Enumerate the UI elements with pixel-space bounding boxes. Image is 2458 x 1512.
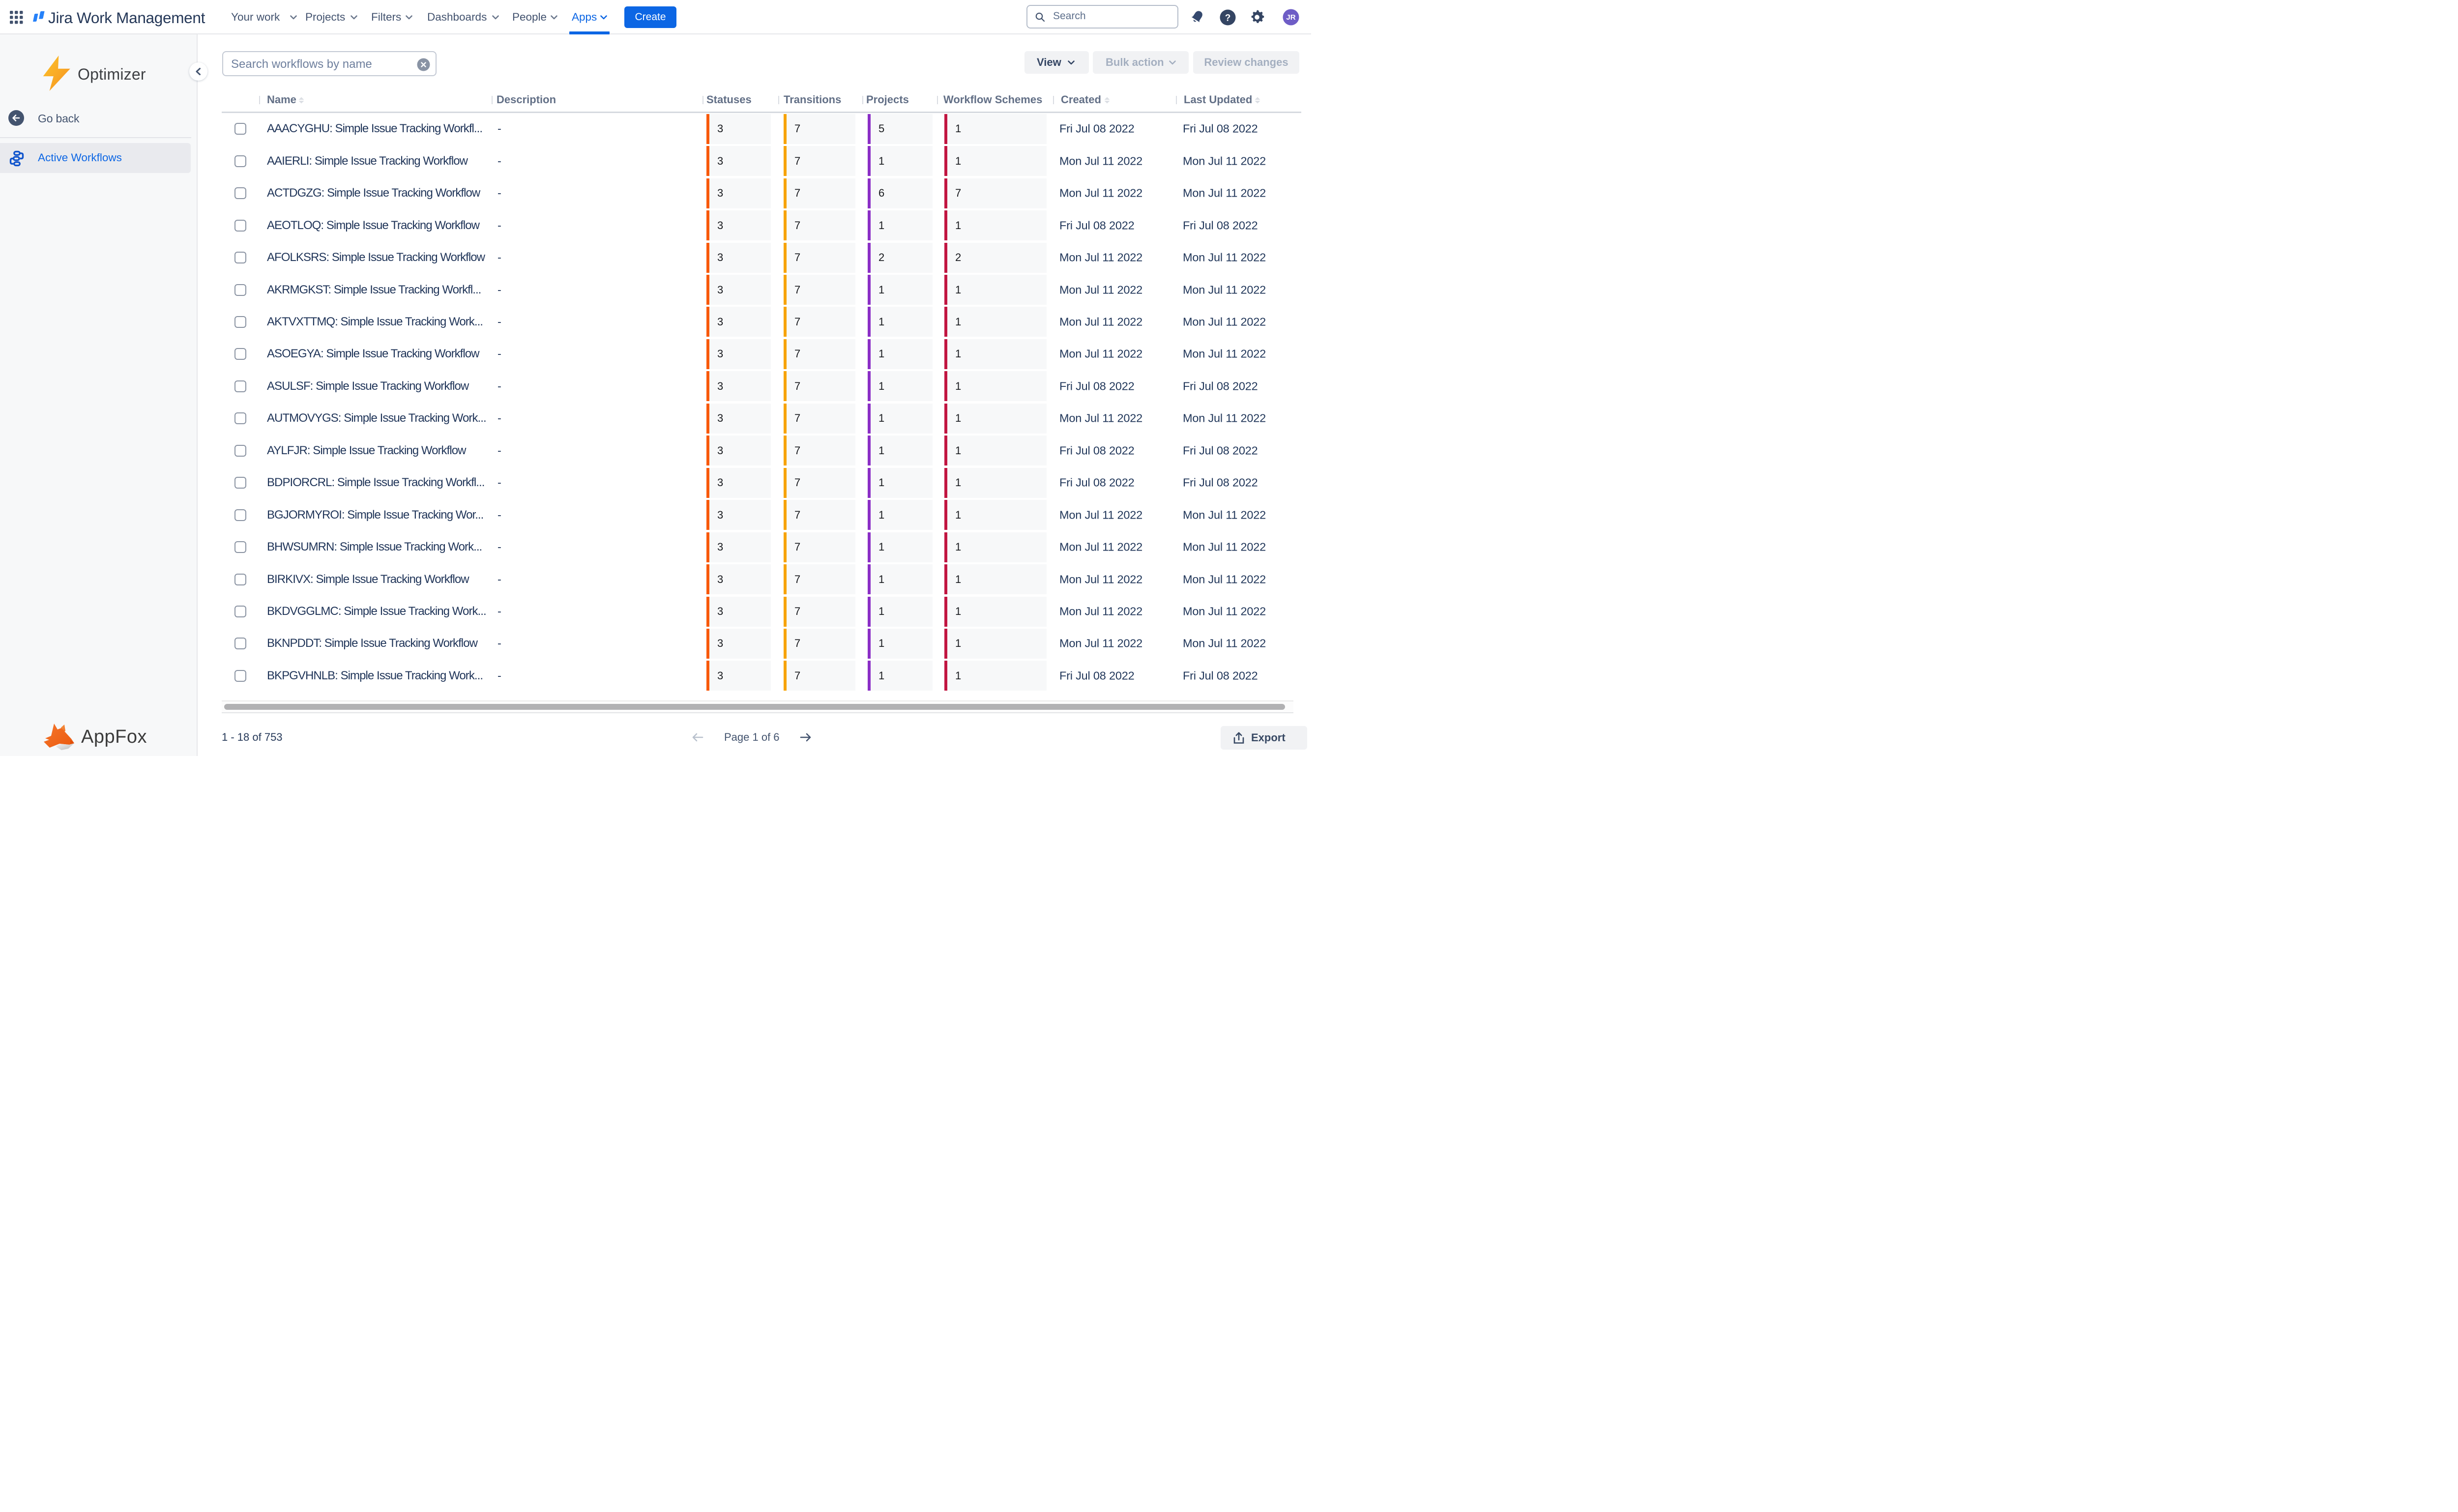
svg-text:JR: JR [1286,13,1295,22]
svg-text:?: ? [1225,13,1231,24]
